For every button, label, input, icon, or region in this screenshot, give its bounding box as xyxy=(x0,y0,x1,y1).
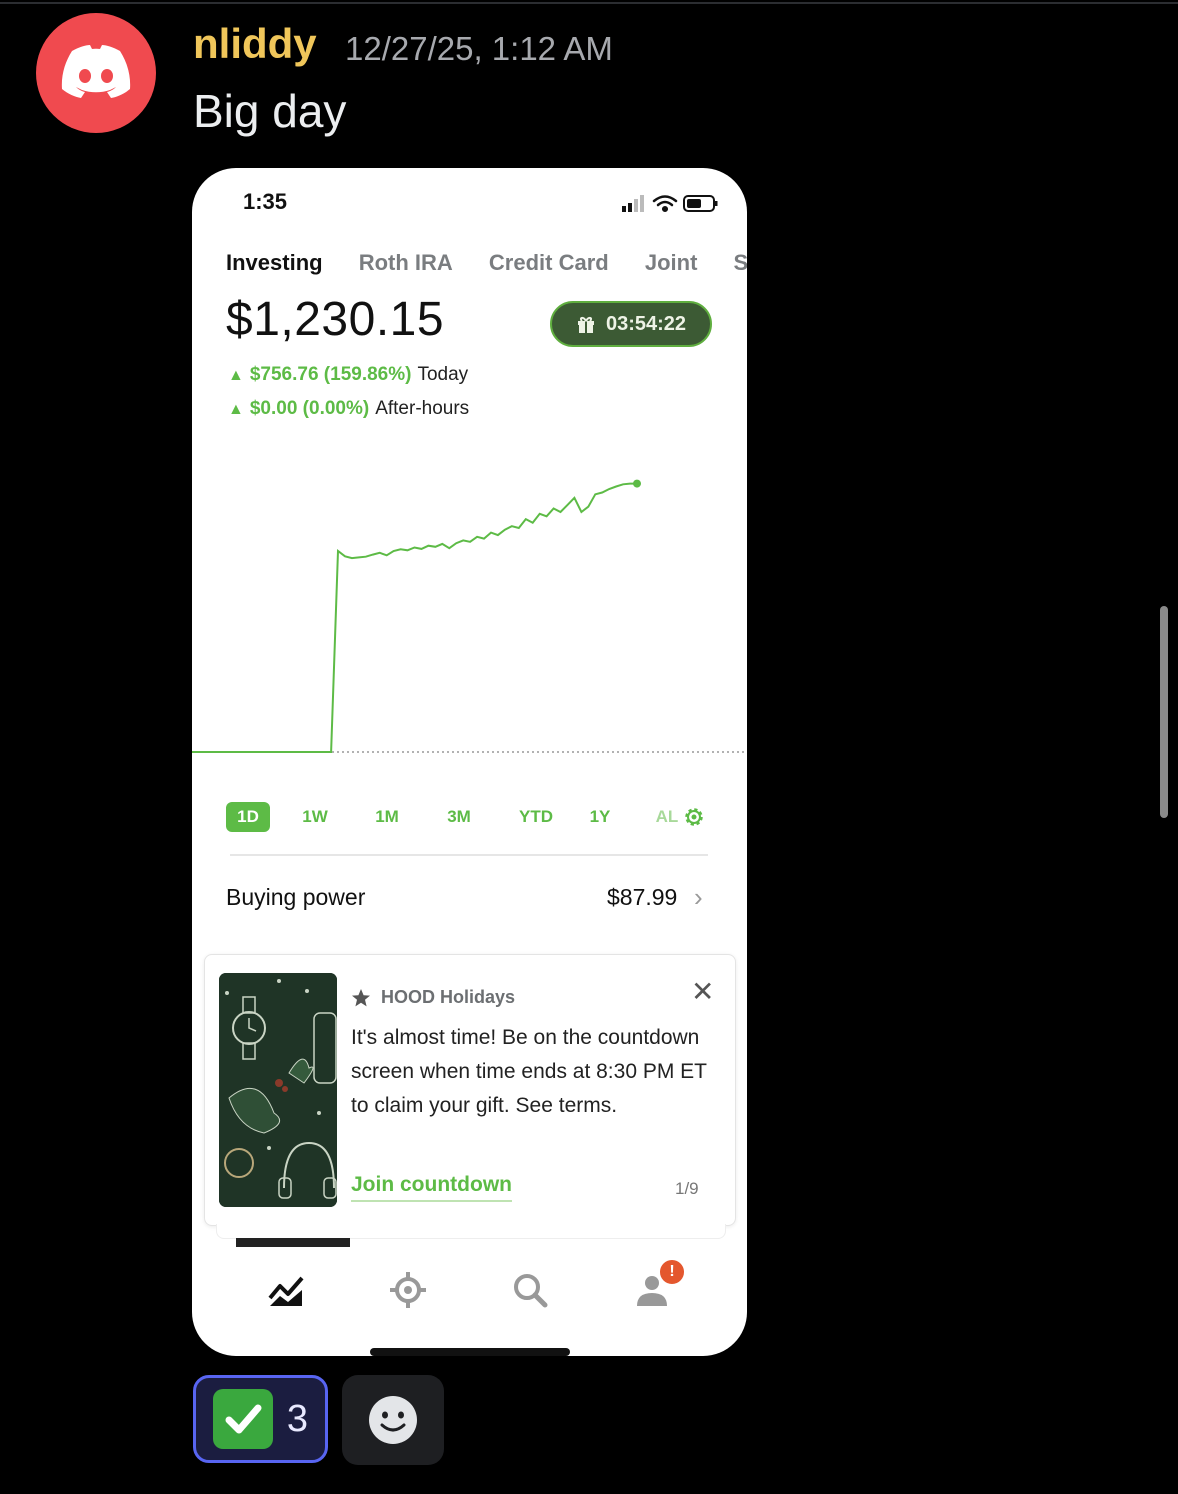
status-bar-time: 1:35 xyxy=(243,189,288,214)
buying-power-label[interactable]: Buying power xyxy=(226,884,365,911)
today-change-value: $756.76 (159.86%) xyxy=(249,364,412,385)
next-card-peek[interactable] xyxy=(216,1224,726,1239)
join-countdown-link[interactable]: Join countdown xyxy=(351,1173,512,1202)
range-1d[interactable]: 1D xyxy=(226,802,270,832)
username[interactable]: nliddy xyxy=(193,20,317,68)
tab-investing[interactable]: Investing xyxy=(226,250,323,276)
status-bar-icons xyxy=(622,195,718,213)
tab-truncated[interactable]: St xyxy=(734,250,747,276)
up-arrow-icon: ▲ xyxy=(228,401,244,418)
promo-card[interactable]: HOOD Holidays ✕ It's almost time! Be on … xyxy=(204,954,736,1226)
notification-badge: ! xyxy=(658,1258,686,1286)
promo-card-page-indicator: 1/9 xyxy=(675,1179,699,1198)
tab-credit-card[interactable]: Credit Card xyxy=(489,250,609,276)
top-divider xyxy=(0,2,1178,4)
promo-card-body: It's almost time! Be on the countdown sc… xyxy=(351,1026,707,1117)
search-icon[interactable] xyxy=(508,1268,552,1312)
chevron-right-icon[interactable]: › xyxy=(694,882,703,913)
battery-icon xyxy=(683,195,718,212)
reaction-check[interactable]: 3 xyxy=(193,1375,328,1463)
range-all[interactable]: AL xyxy=(652,802,682,832)
buying-power-value[interactable]: $87.99 xyxy=(607,884,677,911)
attached-screenshot[interactable]: 1:35 Investing Roth IRA Credit Card Join… xyxy=(192,168,747,1356)
today-change: ▲ $756.76 (159.86%) Today xyxy=(228,364,468,386)
countdown-time: 03:54:22 xyxy=(605,312,687,335)
close-icon[interactable]: ✕ xyxy=(691,975,714,1008)
reaction-count: 3 xyxy=(286,1397,309,1440)
range-ytd[interactable]: YTD xyxy=(506,802,566,832)
chart-icon[interactable] xyxy=(264,1268,308,1312)
tab-roth-ira[interactable]: Roth IRA xyxy=(359,250,453,276)
holiday-promo-image xyxy=(219,973,337,1207)
add-reaction-button[interactable] xyxy=(342,1375,444,1465)
message-text: Big day xyxy=(193,85,347,137)
portfolio-balance: $1,230.15 xyxy=(226,293,445,346)
after-hours-change: ▲ $0.00 (0.00%) After-hours xyxy=(228,398,469,420)
smiley-icon xyxy=(369,1396,417,1444)
settings-gear-icon[interactable] xyxy=(682,805,706,829)
discord-logo-icon xyxy=(61,45,131,98)
wifi-icon xyxy=(652,195,678,213)
tab-joint[interactable]: Joint xyxy=(645,250,698,276)
range-1w[interactable]: 1W xyxy=(290,802,340,832)
next-card-thumbnail xyxy=(236,1238,350,1247)
star-icon xyxy=(352,988,370,1006)
portfolio-line xyxy=(192,482,637,753)
range-selector: 1D 1W 1M 3M YTD 1Y AL xyxy=(226,802,716,832)
current-value-dot xyxy=(633,479,641,488)
crypto-icon[interactable] xyxy=(386,1268,430,1312)
gift-icon xyxy=(577,317,594,333)
promo-card-title: HOOD Holidays xyxy=(381,987,516,1007)
countdown-button[interactable]: 03:54:22 xyxy=(550,301,712,347)
message-timestamp[interactable]: 12/27/25, 1:12 AM xyxy=(345,30,613,68)
today-change-label: Today xyxy=(417,364,469,385)
bottom-nav: ! xyxy=(192,1258,747,1328)
white-check-mark-icon xyxy=(212,1389,273,1449)
after-hours-value: $0.00 (0.00%) xyxy=(249,398,370,419)
up-arrow-icon: ▲ xyxy=(228,367,244,384)
range-1m[interactable]: 1M xyxy=(362,802,412,832)
portfolio-chart[interactable] xyxy=(192,433,747,783)
divider xyxy=(230,854,708,856)
after-hours-label: After-hours xyxy=(375,398,470,419)
range-1y[interactable]: 1Y xyxy=(580,802,620,832)
signal-icon xyxy=(622,195,644,212)
promo-card-title-row: HOOD Holidays xyxy=(351,987,515,1008)
scrollbar[interactable] xyxy=(1160,606,1168,818)
account-tabs: Investing Roth IRA Credit Card Joint St xyxy=(226,250,747,276)
home-indicator xyxy=(370,1348,570,1356)
range-3m[interactable]: 3M xyxy=(434,802,484,832)
user-avatar[interactable] xyxy=(36,13,156,133)
